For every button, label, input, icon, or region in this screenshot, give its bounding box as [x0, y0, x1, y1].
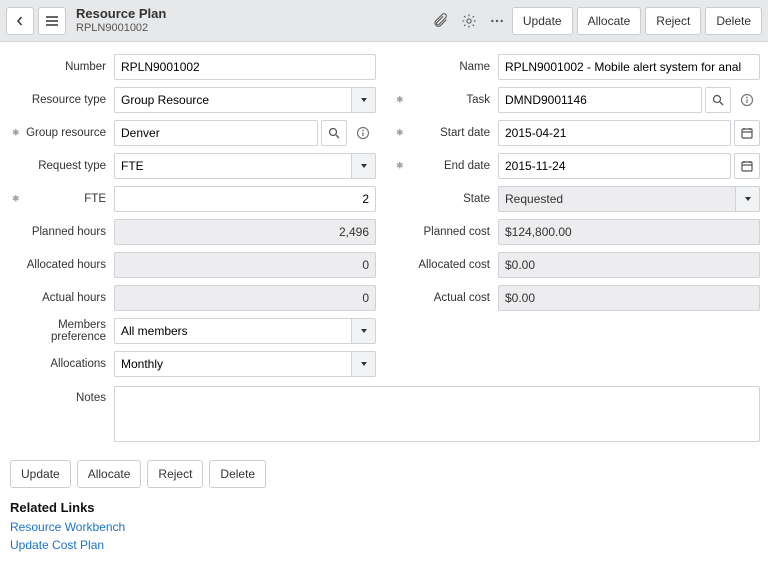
footer-allocate-button[interactable]: Allocate: [77, 460, 142, 488]
request-type-select[interactable]: [114, 153, 352, 179]
label-task: Task: [392, 94, 498, 106]
calendar-icon: [741, 127, 753, 139]
group-resource-input[interactable]: [114, 120, 318, 146]
notes-textarea[interactable]: [114, 386, 760, 442]
label-group-resource: Group resource: [8, 127, 114, 139]
start-date-picker[interactable]: [734, 120, 760, 146]
caret-down-icon: [360, 162, 368, 170]
gear-icon: [461, 13, 477, 29]
link-resource-workbench[interactable]: Resource Workbench: [10, 518, 125, 536]
fte-input[interactable]: [114, 186, 376, 212]
page-subtitle: RPLN9001002: [76, 22, 166, 35]
info-icon: [740, 93, 754, 107]
group-resource-info[interactable]: [350, 120, 376, 146]
members-pref-caret[interactable]: [352, 318, 376, 344]
label-request-type: Request type: [8, 160, 114, 172]
label-planned-hours: Planned hours: [8, 226, 114, 238]
label-allocated-hours: Allocated hours: [8, 259, 114, 271]
menu-button[interactable]: [38, 7, 66, 35]
paperclip-icon: [433, 13, 449, 29]
allocated-cost-value: $0.00: [498, 252, 760, 278]
search-icon: [328, 127, 340, 139]
settings-button[interactable]: [458, 7, 480, 35]
caret-down-icon: [744, 195, 752, 203]
label-name: Name: [392, 61, 498, 73]
actual-hours-value: 0: [114, 285, 376, 311]
search-icon: [712, 94, 724, 106]
label-planned-cost: Planned cost: [392, 226, 498, 238]
calendar-icon: [741, 160, 753, 172]
task-info[interactable]: [734, 87, 760, 113]
allocate-button[interactable]: Allocate: [577, 7, 642, 35]
label-number: Number: [8, 61, 114, 73]
task-input[interactable]: [498, 87, 702, 113]
label-start-date: Start date: [392, 127, 498, 139]
allocations-caret[interactable]: [352, 351, 376, 377]
state-value: Requested: [498, 186, 736, 212]
caret-down-icon: [360, 96, 368, 104]
actual-cost-value: $0.00: [498, 285, 760, 311]
link-update-cost-plan[interactable]: Update Cost Plan: [10, 536, 104, 554]
footer-actions: Update Allocate Reject Delete: [0, 446, 768, 496]
update-button[interactable]: Update: [512, 7, 573, 35]
info-icon: [356, 126, 370, 140]
resource-type-select[interactable]: [114, 87, 352, 113]
related-links-section: Related Links Resource Workbench Update …: [0, 496, 768, 572]
footer-delete-button[interactable]: Delete: [209, 460, 266, 488]
members-pref-select[interactable]: [114, 318, 352, 344]
allocated-hours-value: 0: [114, 252, 376, 278]
number-input[interactable]: [114, 54, 376, 80]
more-actions-button[interactable]: [486, 7, 508, 35]
footer-update-button[interactable]: Update: [10, 460, 71, 488]
label-end-date: End date: [392, 160, 498, 172]
request-type-caret[interactable]: [352, 153, 376, 179]
name-input[interactable]: [498, 54, 760, 80]
label-state: State: [392, 193, 498, 205]
hamburger-icon: [46, 16, 58, 26]
chevron-left-icon: [15, 16, 25, 26]
planned-cost-value: $124,800.00: [498, 219, 760, 245]
planned-hours-value: 2,496: [114, 219, 376, 245]
attachments-button[interactable]: [430, 7, 452, 35]
group-resource-lookup[interactable]: [321, 120, 347, 146]
footer-reject-button[interactable]: Reject: [147, 460, 203, 488]
end-date-input[interactable]: [498, 153, 731, 179]
form-header: Resource Plan RPLN9001002 Update Allocat…: [0, 0, 768, 42]
related-links-heading: Related Links: [10, 500, 758, 515]
state-caret[interactable]: [736, 186, 760, 212]
label-members-pref: Members preference: [8, 319, 114, 343]
label-resource-type: Resource type: [8, 94, 114, 106]
start-date-input[interactable]: [498, 120, 731, 146]
header-title-block: Resource Plan RPLN9001002: [76, 7, 166, 35]
reject-button[interactable]: Reject: [645, 7, 701, 35]
right-column: Name Task Start date End date: [392, 52, 760, 382]
caret-down-icon: [360, 360, 368, 368]
back-button[interactable]: [6, 7, 34, 35]
label-notes: Notes: [8, 386, 114, 404]
resource-type-caret[interactable]: [352, 87, 376, 113]
allocations-select[interactable]: [114, 351, 352, 377]
label-fte: FTE: [8, 193, 114, 205]
label-allocated-cost: Allocated cost: [392, 259, 498, 271]
ellipsis-icon: [489, 13, 505, 29]
page-title: Resource Plan: [76, 7, 166, 22]
caret-down-icon: [360, 327, 368, 335]
label-allocations: Allocations: [8, 358, 114, 370]
end-date-picker[interactable]: [734, 153, 760, 179]
label-actual-hours: Actual hours: [8, 292, 114, 304]
label-actual-cost: Actual cost: [392, 292, 498, 304]
form-body: Number Resource type Group resource: [0, 42, 768, 446]
delete-button[interactable]: Delete: [705, 7, 762, 35]
left-column: Number Resource type Group resource: [8, 52, 376, 382]
task-lookup[interactable]: [705, 87, 731, 113]
